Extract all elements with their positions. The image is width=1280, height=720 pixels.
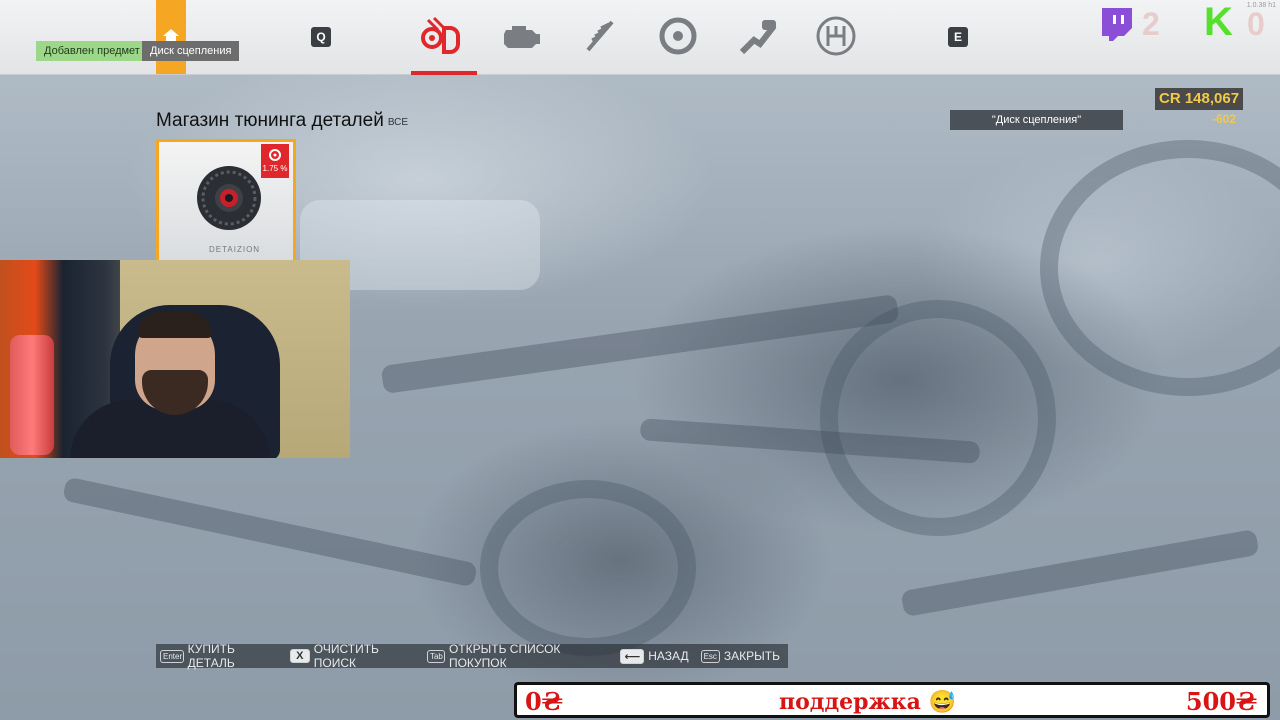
top-navigation-bar: Добавлен предмет Диск сцепления Q E 2 K … bbox=[0, 0, 1280, 75]
upgrade-badge: 1.75 % bbox=[261, 144, 289, 178]
hint-back[interactable]: ⟵ НАЗАД bbox=[620, 648, 689, 664]
search-filter-chip[interactable]: "Диск сцепления" bbox=[950, 110, 1123, 130]
next-category-key[interactable]: E bbox=[948, 27, 968, 47]
hint-label: ОТКРЫТЬ СПИСОК ПОКУПОК bbox=[448, 642, 561, 670]
hint-clear-search[interactable]: X ОЧИСТИТЬ ПОИСК bbox=[289, 642, 415, 670]
twitch-counter: 2 bbox=[1142, 6, 1160, 42]
home-tab[interactable] bbox=[156, 0, 186, 74]
microphone bbox=[10, 335, 54, 455]
active-category-indicator bbox=[411, 71, 477, 75]
exhaust-icon[interactable] bbox=[736, 14, 780, 58]
badge-value: 1.75 % bbox=[262, 164, 288, 173]
prev-category-key[interactable]: Q bbox=[311, 27, 331, 47]
donation-max: 500₴ bbox=[1185, 687, 1257, 716]
hint-label: ЗАКРЫТЬ bbox=[723, 649, 780, 663]
suspension-icon[interactable] bbox=[578, 14, 622, 58]
control-hints-bar: Enter КУПИТЬ ДЕТАЛЬ X ОЧИСТИТЬ ПОИСК Tab… bbox=[156, 642, 788, 670]
turbo-badge-icon bbox=[269, 149, 281, 161]
item-added-toast: Добавлен предмет bbox=[36, 41, 148, 61]
build-version: 1.0.38 h1 bbox=[1246, 2, 1276, 9]
x-key: X bbox=[289, 649, 310, 663]
shop-title-text: Магазин тюнинга деталей bbox=[156, 110, 384, 131]
brake-disc-icon[interactable] bbox=[656, 14, 700, 58]
backspace-key: ⟵ bbox=[620, 648, 645, 664]
part-card-clutch-disc[interactable]: 1.75 % DETAIZION bbox=[156, 139, 296, 265]
clutch-disc-icon bbox=[197, 166, 261, 230]
twitch-icon bbox=[1102, 8, 1132, 41]
hint-label: НАЗАД bbox=[648, 649, 689, 663]
streamer-webcam bbox=[0, 260, 350, 458]
kick-icon: K bbox=[1204, 0, 1233, 44]
turbo-upgrade-icon[interactable] bbox=[420, 14, 464, 58]
donation-title: поддержка 😅 bbox=[779, 689, 956, 715]
filter-label: ВСЕ bbox=[387, 117, 409, 128]
tab-key: Tab bbox=[426, 649, 445, 663]
hint-close[interactable]: Esc ЗАКРЫТЬ bbox=[700, 649, 780, 663]
added-item-name: Диск сцепления bbox=[142, 41, 240, 61]
hint-open-shopping-list[interactable]: Tab ОТКРЫТЬ СПИСОК ПОКУПОК bbox=[426, 642, 609, 670]
enter-key: Enter bbox=[160, 649, 184, 663]
donation-min: 0₴ bbox=[525, 687, 563, 716]
page-title: Магазин тюнинга деталей ВСЕ bbox=[156, 110, 408, 132]
part-brand: DETAIZION bbox=[209, 245, 261, 254]
kick-counter: 0 bbox=[1247, 6, 1265, 42]
esc-key: Esc bbox=[700, 649, 720, 663]
engine-icon[interactable] bbox=[500, 14, 544, 58]
hint-label: ОЧИСТИТЬ ПОИСК bbox=[313, 642, 379, 670]
donation-goal-bar: 0₴ поддержка 😅 500₴ bbox=[514, 682, 1270, 718]
credits-balance: CR 148,067 bbox=[1155, 88, 1244, 110]
hint-label: КУПИТЬ ДЕТАЛЬ bbox=[187, 642, 235, 670]
hint-buy-part[interactable]: Enter КУПИТЬ ДЕТАЛЬ bbox=[160, 642, 278, 670]
credits-delta: -602 bbox=[1212, 112, 1237, 126]
gearshift-icon[interactable] bbox=[814, 14, 858, 58]
